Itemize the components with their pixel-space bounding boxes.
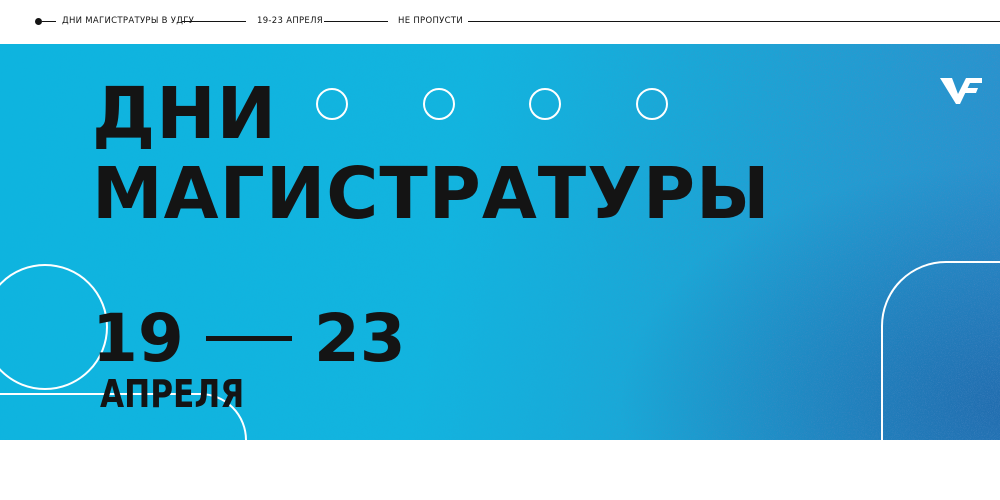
divider-line [42,21,56,22]
divider-line [324,21,388,22]
title-line-1: ДНИ [92,72,278,155]
circle-row [316,88,668,120]
top-navigation: ДНИ МАГИСТРАТУРЫ В УДГУ 19-23 АПРЕЛЯ НЕ … [0,0,1000,44]
bullet-icon [35,18,42,25]
event-month: АПРЕЛЯ [100,372,245,416]
title-line-2: МАГИСТРАТУРЫ [92,152,771,235]
date-end: 23 [313,300,406,377]
date-start: 19 [92,300,184,377]
circle-icon [423,88,455,120]
circle-icon [636,88,668,120]
udgu-logo-icon[interactable] [938,74,984,114]
nav-item-dates[interactable]: 19-23 АПРЕЛЯ [257,14,323,28]
hero-banner: ДНИ МАГИСТРАТУРЫ 19 23 АПРЕЛЯ [0,44,1000,440]
circle-icon [529,88,561,120]
nav-item-dont-miss[interactable]: НЕ ПРОПУСТИ [398,14,463,28]
event-dates: 19 23 [92,306,406,372]
divider-line [468,21,1000,22]
circle-icon [316,88,348,120]
date-dash [205,336,292,342]
nav-item-days[interactable]: ДНИ МАГИСТРАТУРЫ В УДГУ [62,14,194,28]
divider-line [182,21,246,22]
